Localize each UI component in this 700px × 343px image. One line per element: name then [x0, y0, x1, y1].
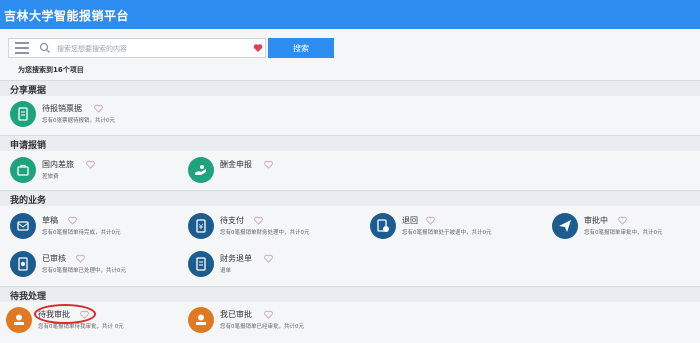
item-desc: 您有0笔报销单待完成，共计0元 — [42, 230, 121, 236]
favorite-heart-icon[interactable] — [426, 216, 435, 225]
item-desc: 退单 — [220, 268, 232, 274]
favorite-heart-icon[interactable] — [254, 216, 263, 225]
draft-icon[interactable] — [10, 213, 36, 239]
item-in-approval[interactable]: 审批中 您有0笔报销单审批中，共计0元 — [552, 213, 692, 247]
reward-icon[interactable] — [188, 157, 214, 183]
search-icon — [39, 42, 50, 53]
item-desc: 差旅费 — [42, 174, 59, 180]
result-count: 为您搜索到16个项目 — [18, 66, 84, 74]
search-input[interactable] — [57, 41, 247, 56]
item-title[interactable]: 财务退单 — [220, 253, 252, 264]
favorite-heart-icon[interactable] — [264, 310, 273, 319]
item-desc: 您有0张票据待报销，共计0元 — [42, 118, 115, 124]
search-box — [8, 38, 266, 58]
section-title: 我的业务 — [10, 196, 47, 206]
item-desc: 您有0笔报销单已经审批，共计0元 — [220, 324, 304, 330]
item-i-approved[interactable]: 我已审批 您有0笔报销单已经审批，共计0元 — [188, 307, 358, 341]
item-draft[interactable]: 草稿 您有0笔报销单待完成，共计0元 — [10, 213, 180, 247]
section-title: 申请报销 — [10, 141, 47, 151]
section-share-header: 分享票据 — [0, 80, 700, 96]
favorite-heart-icon[interactable] — [264, 254, 273, 263]
send-icon[interactable] — [552, 213, 578, 239]
item-desc: 您有0笔报销单财务处理中，共计0元 — [220, 230, 310, 236]
section-mine-header: 我的业务 — [0, 190, 700, 206]
app-title: 吉林大学智能报销平台 — [4, 9, 130, 23]
menu-icon[interactable] — [15, 42, 29, 54]
highlight-circle — [34, 304, 96, 324]
approve-icon[interactable] — [6, 307, 32, 333]
item-finance-return[interactable]: 财务退单 退单 — [188, 251, 358, 285]
item-title[interactable]: 退回 — [402, 215, 418, 226]
top-bar: 吉林大学智能报销平台 — [0, 0, 700, 29]
receipt-icon[interactable] — [10, 101, 36, 127]
favorite-heart-icon[interactable] — [76, 254, 85, 263]
favorite-heart-icon[interactable] — [94, 104, 103, 113]
finance-return-icon[interactable] — [188, 251, 214, 277]
item-audited[interactable]: 已审核 您有0笔报销单已处理中，共计0元 — [10, 251, 180, 285]
section-apply-header: 申请报销 — [0, 135, 700, 151]
item-title[interactable]: 草稿 — [42, 215, 58, 226]
favorite-heart-icon[interactable] — [68, 216, 77, 225]
search-button[interactable]: 搜索 — [268, 38, 334, 58]
favorite-heart-icon[interactable] — [618, 216, 627, 225]
item-title[interactable]: 已审核 — [42, 253, 66, 264]
favorite-heart-icon[interactable] — [264, 160, 273, 169]
item-title[interactable]: 国内差旅 — [42, 159, 74, 170]
item-desc: 您有0笔报销单待我审批，共计 0元 — [38, 324, 124, 330]
item-returned[interactable]: 退回 您有0笔报销单处于被退中，共计0元 — [370, 213, 540, 247]
travel-icon[interactable] — [10, 157, 36, 183]
pay-icon[interactable]: ¥ — [188, 213, 214, 239]
favorite-heart-icon[interactable] — [86, 160, 95, 169]
item-desc: 您有0笔报销单审批中，共计0元 — [584, 230, 663, 236]
item-domestic-travel[interactable]: 国内差旅 差旅费 — [10, 157, 170, 191]
item-title[interactable]: 我已审批 — [220, 309, 252, 320]
section-title: 分享票据 — [10, 86, 47, 96]
section-todo-header: 待我处理 — [0, 286, 700, 302]
item-title[interactable]: 待支付 — [220, 215, 244, 226]
section-title: 待我处理 — [10, 292, 47, 302]
return-icon[interactable] — [370, 213, 396, 239]
item-desc: 您有0笔报销单已处理中，共计0元 — [42, 268, 126, 274]
item-desc: 您有0笔报销单处于被退中，共计0元 — [402, 230, 492, 236]
favorite-heart-icon[interactable] — [253, 43, 263, 53]
svg-text:¥: ¥ — [199, 223, 204, 231]
item-title[interactable]: 审批中 — [584, 215, 608, 226]
item-to-pay[interactable]: ¥ 待支付 您有0笔报销单财务处理中，共计0元 — [188, 213, 358, 247]
approved-icon[interactable] — [188, 307, 214, 333]
item-reward-declare[interactable]: 酬金申报 — [188, 157, 348, 191]
item-title[interactable]: 酬金申报 — [220, 159, 252, 170]
item-title[interactable]: 待报销票据 — [42, 103, 82, 114]
item-pending-receipts[interactable]: 待报销票据 您有0张票据待报销，共计0元 — [10, 101, 170, 135]
audited-icon[interactable] — [10, 251, 36, 277]
